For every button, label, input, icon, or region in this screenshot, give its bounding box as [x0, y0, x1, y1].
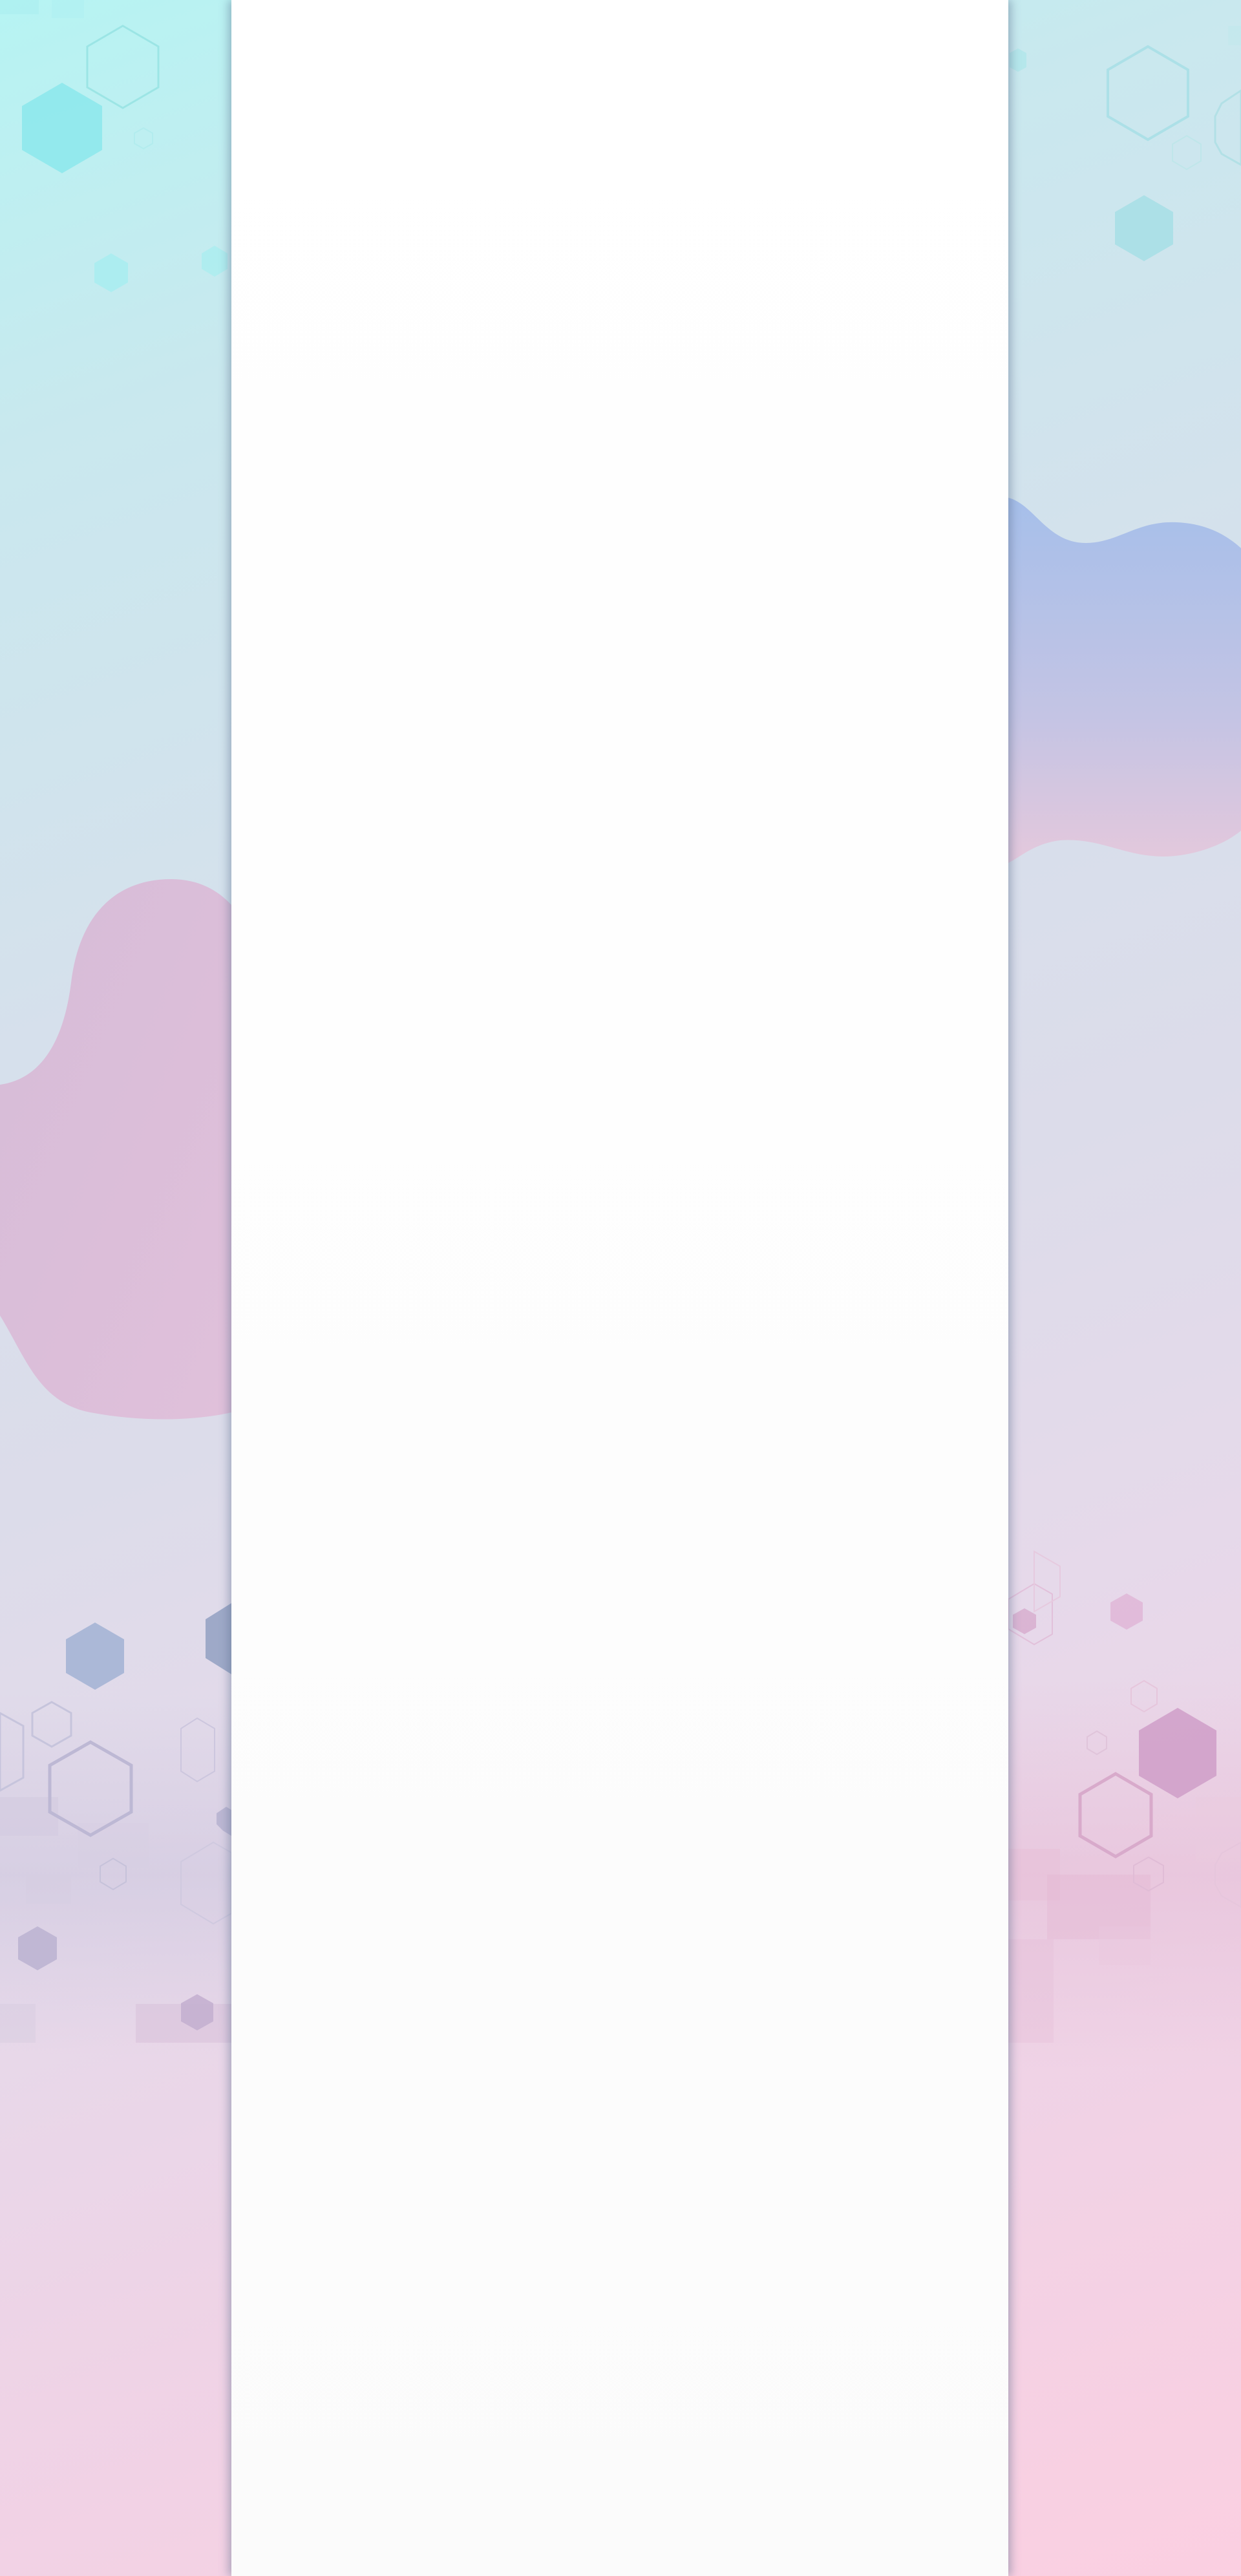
hexagon-small-icon [202, 246, 228, 277]
hexagon-outline-icon [1107, 45, 1189, 142]
left-decorations [0, 0, 232, 2056]
blue-pink-wave-blob [1008, 498, 1241, 863]
hexagon-filled-icon [1115, 195, 1173, 261]
hexagon-small-icon [1110, 1593, 1143, 1630]
hexagon-filled-icon [66, 1623, 124, 1690]
right-decorations [1008, 26, 1241, 2069]
pink-wave-blob [0, 879, 231, 1420]
hexagon-outline-icon [1172, 134, 1202, 171]
hexagon-outline-icon [86, 25, 160, 109]
hexagon-filled-icon [206, 1603, 231, 1674]
hexagon-filled-icon [22, 83, 102, 173]
hexagon-outline-icon [1214, 89, 1241, 166]
hexagon-outline-icon [1034, 1550, 1061, 1613]
hexagon-outline-icon [134, 127, 153, 150]
hexagon-small-icon [1013, 1608, 1036, 1634]
content-panel [231, 0, 1008, 2576]
hexagon-small-icon [1010, 48, 1026, 72]
hexagon-small-icon [94, 253, 128, 292]
